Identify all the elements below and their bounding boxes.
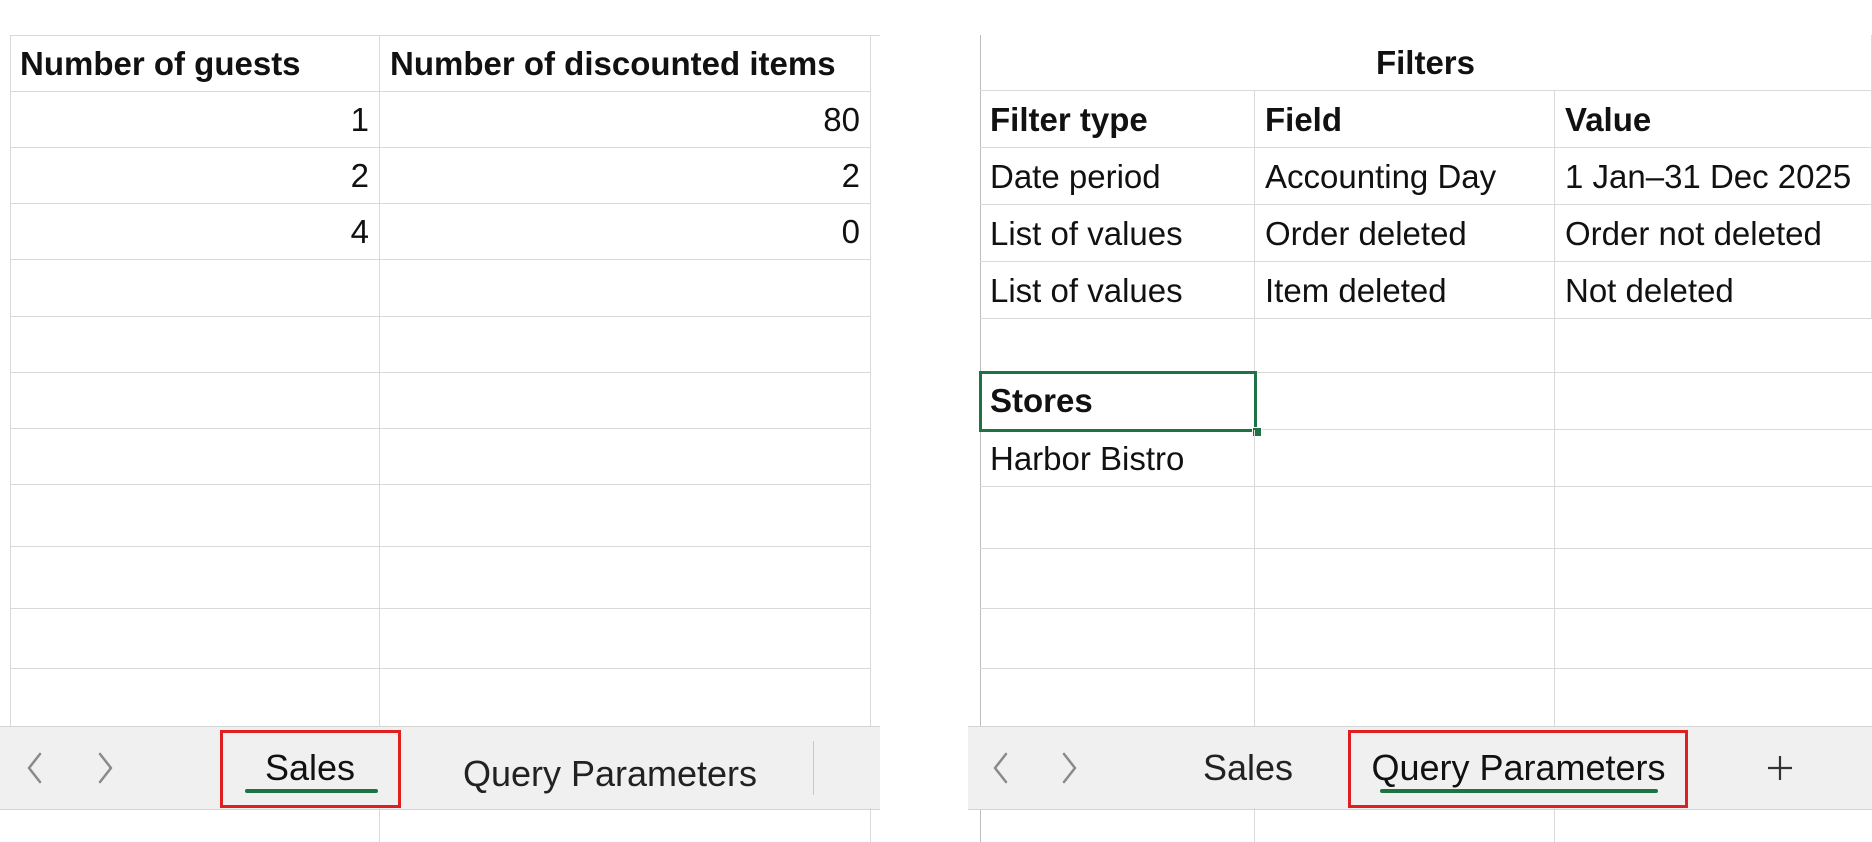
tab-sales[interactable]: Sales: [1138, 727, 1358, 809]
right-sheet-pane: Filters Filter type Field Value Date per…: [968, 0, 1872, 842]
empty-row-line: [10, 546, 870, 547]
chevron-left-icon[interactable]: [10, 727, 60, 809]
grid-column-divider: [1254, 808, 1255, 842]
cell-discounted-row3[interactable]: 0: [380, 204, 871, 260]
empty-row-line: [10, 608, 870, 609]
cell-field-row3[interactable]: Item deleted: [1255, 262, 1555, 319]
cell-value-row1[interactable]: 1 Jan–31 Dec 2025: [1555, 148, 1872, 205]
highlight-box-sales-tab: [220, 730, 401, 808]
cell-field-row1[interactable]: Accounting Day: [1255, 148, 1555, 205]
header-number-of-guests[interactable]: Number of guests: [10, 35, 380, 92]
cell-guests-row1[interactable]: 1: [10, 92, 380, 148]
chevron-left-icon[interactable]: [976, 727, 1026, 809]
cell-field-row2[interactable]: Order deleted: [1255, 205, 1555, 262]
empty-row-line: [10, 668, 870, 669]
cell-value-row2[interactable]: Order not deleted: [1555, 205, 1872, 262]
stores-header[interactable]: Stores: [980, 372, 1255, 430]
filters-title[interactable]: Filters: [980, 35, 1872, 91]
cell-store-row1[interactable]: Harbor Bistro: [980, 430, 1255, 487]
grid-column-divider: [1554, 808, 1555, 842]
cell-discounted-row2[interactable]: 2: [380, 148, 871, 204]
cell-filter-type-row2[interactable]: List of values: [980, 205, 1255, 262]
empty-row-line: [10, 372, 870, 373]
grid-column-divider: [379, 808, 380, 842]
tab-query-parameters[interactable]: Query Parameters: [440, 733, 780, 815]
left-sheet-pane: Number of guests Number of discounted it…: [0, 0, 880, 842]
cell-value-row3[interactable]: Not deleted: [1555, 262, 1872, 319]
header-filter-type[interactable]: Filter type: [980, 91, 1255, 148]
cell-discounted-row1[interactable]: 80: [380, 92, 871, 148]
empty-row-line: [1255, 486, 1872, 487]
cell-filter-type-row1[interactable]: Date period: [980, 148, 1255, 205]
empty-row-line: [10, 428, 870, 429]
sheet-tab-bar: Sales Query Parameters: [0, 726, 880, 810]
empty-row-line: [980, 668, 1872, 669]
chevron-right-icon[interactable]: [1044, 727, 1094, 809]
highlight-box-query-parameters-tab: [1348, 730, 1688, 808]
header-number-of-discounted-items[interactable]: Number of discounted items: [380, 35, 871, 92]
plus-icon[interactable]: [1750, 727, 1810, 809]
header-field[interactable]: Field: [1255, 91, 1555, 148]
chevron-right-icon[interactable]: [80, 727, 130, 809]
cell-guests-row3[interactable]: 4: [10, 204, 380, 260]
cell-filter-type-row3[interactable]: List of values: [980, 262, 1255, 319]
empty-row-line: [980, 608, 1872, 609]
header-value[interactable]: Value: [1555, 91, 1872, 148]
tab-separator: [813, 741, 814, 795]
sheet-tab-bar: Sales Query Parameters: [968, 726, 1872, 810]
grid-right-border: [870, 808, 871, 842]
empty-row-line: [1255, 429, 1872, 430]
empty-row-line: [980, 548, 1872, 549]
empty-row-line: [10, 484, 870, 485]
cell-guests-row2[interactable]: 2: [10, 148, 380, 204]
empty-row-line: [10, 316, 870, 317]
